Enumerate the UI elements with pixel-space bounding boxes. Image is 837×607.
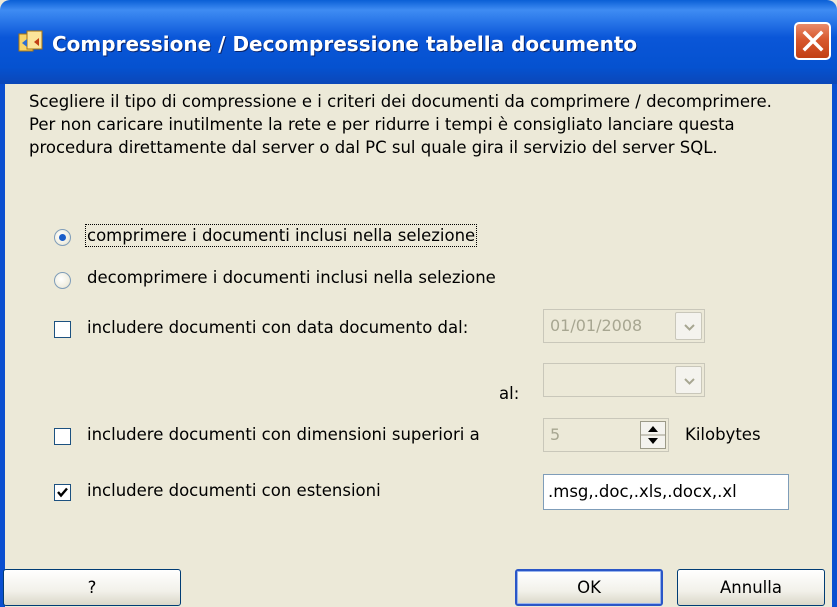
date-from-dropdown-button[interactable]: [675, 312, 702, 340]
window-title: Compressione / Decompressione tabella do…: [52, 32, 638, 56]
date-filter-checkbox[interactable]: [54, 321, 71, 338]
window-frame-left: [0, 84, 5, 607]
radio-selected-dot: [59, 234, 66, 241]
close-icon: [802, 30, 824, 52]
size-filter-label[interactable]: includere documenti con dimensioni super…: [87, 425, 480, 444]
window-frame-right: [832, 84, 837, 607]
date-from-value: 01/01/2008: [550, 316, 643, 335]
description-text: Scegliere il tipo di compressione e i cr…: [29, 92, 772, 157]
size-spin-buttons[interactable]: [640, 421, 666, 449]
extension-filter-label[interactable]: includere documenti con estensioni: [87, 481, 381, 500]
size-value: 5: [550, 425, 561, 444]
help-button[interactable]: ?: [3, 569, 181, 606]
compress-radio[interactable]: [54, 229, 71, 246]
date-from-combobox[interactable]: 01/01/2008: [543, 309, 705, 343]
decompress-radio[interactable]: [54, 272, 71, 289]
date-filter-label[interactable]: includere documenti con data documento d…: [87, 318, 468, 337]
extension-value: .msg,.doc,.xls,.docx,.xl: [548, 482, 737, 501]
dialog-window: Compressione / Decompressione tabella do…: [0, 0, 837, 607]
spin-up-down-icon: [641, 426, 665, 444]
checkmark-icon: [57, 487, 68, 498]
decompress-radio-label[interactable]: decomprimere i documenti inclusi nella s…: [87, 268, 496, 287]
size-filter-checkbox[interactable]: [54, 428, 71, 445]
size-spinbox[interactable]: 5: [543, 418, 669, 452]
cancel-button[interactable]: Annulla: [677, 569, 825, 606]
size-unit-label: Kilobytes: [685, 425, 761, 444]
chevron-down-icon: [684, 324, 695, 331]
extension-filter-checkbox[interactable]: [54, 484, 71, 501]
date-to-dropdown-button[interactable]: [675, 366, 702, 394]
close-button[interactable]: [794, 22, 831, 60]
compress-radio-label[interactable]: comprimere i documenti inclusi nella sel…: [84, 224, 478, 247]
app-icon: [18, 29, 44, 55]
ok-button[interactable]: OK: [515, 569, 663, 606]
chevron-down-icon: [684, 378, 695, 385]
date-to-combobox[interactable]: [543, 363, 705, 397]
date-to-label: al:: [499, 384, 520, 403]
extension-input[interactable]: .msg,.doc,.xls,.docx,.xl: [543, 474, 789, 510]
title-bar[interactable]: Compressione / Decompressione tabella do…: [0, 0, 837, 84]
